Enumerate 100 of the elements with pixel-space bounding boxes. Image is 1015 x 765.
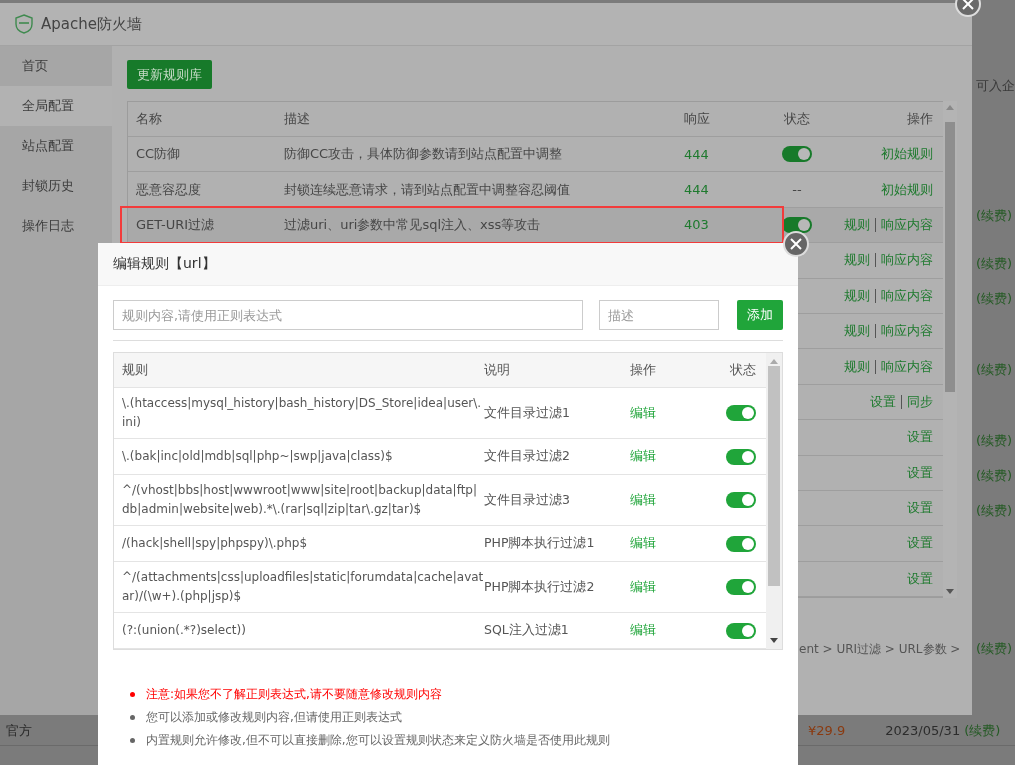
action-link[interactable]: 设置: [907, 428, 933, 447]
note-text: 您可以添加或修改规则内容,但请使用正则表达式: [146, 709, 402, 726]
column-header: 操作: [906, 110, 933, 128]
action-link[interactable]: 规则: [844, 286, 870, 305]
source-cell: 官方: [6, 721, 32, 740]
action-link[interactable]: 响应内容: [881, 322, 933, 341]
edit-link[interactable]: 编辑: [630, 491, 718, 509]
table-cell-text: 文件目录过滤2: [484, 448, 571, 465]
toggle-switch[interactable]: [726, 535, 756, 552]
bullet-icon: [130, 692, 135, 697]
table-cell-text: 过滤uri、uri参数中常见sql注入、xss等攻击: [284, 215, 542, 234]
toggle-switch[interactable]: [726, 492, 756, 508]
shield-icon: [15, 14, 33, 34]
action-link[interactable]: 设置: [907, 534, 933, 553]
scroll-down-arrow-icon[interactable]: [946, 589, 954, 595]
column-header: 状态: [783, 110, 811, 128]
action-link[interactable]: 响应内容: [881, 286, 933, 305]
action-link[interactable]: 响应内容: [881, 215, 933, 234]
edit-link[interactable]: 编辑: [630, 535, 718, 552]
renew-link[interactable]: (续费): [976, 467, 1013, 485]
action-link[interactable]: 设置: [870, 392, 896, 411]
table-cell-text: 文件目录过滤3: [484, 491, 571, 509]
renew-link[interactable]: (续费): [976, 502, 1013, 520]
dialog-title: 编辑规则【url】: [113, 255, 216, 273]
sidebar-item[interactable]: 站点配置: [0, 126, 112, 166]
sidebar-item[interactable]: 封锁历史: [0, 166, 112, 206]
sidebar-item[interactable]: 操作日志: [0, 206, 112, 246]
renew-link[interactable]: (续费): [976, 207, 1013, 225]
toggle-switch[interactable]: [782, 146, 812, 163]
renew-link[interactable]: (续费): [976, 255, 1013, 273]
response-code: 444: [684, 146, 710, 162]
toggle-switch[interactable]: [782, 216, 812, 233]
table-cell-text: 文件目录过滤1: [484, 404, 571, 422]
renew-link[interactable]: (续费): [976, 361, 1013, 379]
renew-link[interactable]: (续费): [976, 640, 1013, 658]
table-cell-text: SQL注入过滤1: [484, 622, 570, 639]
column-header: 状态: [729, 361, 756, 379]
action-link[interactable]: 响应内容: [881, 357, 933, 376]
toggle-switch[interactable]: [726, 622, 756, 639]
edit-link[interactable]: 编辑: [630, 578, 718, 596]
close-icon: [790, 238, 802, 250]
table-cell-text: PHP脚本执行过滤2: [484, 578, 596, 596]
rule-text: /(hack|shell|spy|phpspy)\.php$: [122, 535, 309, 552]
close-icon: [962, 0, 974, 10]
rule-text: ^/(attachments|css|uploadfiles|static|forumdata|cache|avatar)/(\w+).(php|jsp)$: [122, 569, 484, 605]
date-cell: 2023/05/31: [885, 723, 961, 738]
rule-text: ^/(vhost|bbs|host|wwwroot|www|site|root|backup|data|ftp|db|admin|website|web).*\.(rar|sql|zip|tar\.gz|tar)$: [122, 482, 479, 518]
column-header: 操作: [630, 361, 657, 379]
scroll-up-arrow-icon[interactable]: [770, 359, 778, 364]
bullet-icon: [130, 738, 135, 743]
description-input-field[interactable]: 描述: [599, 300, 719, 330]
action-link[interactable]: 响应内容: [881, 251, 933, 270]
column-header: 规则: [122, 361, 149, 379]
action-link[interactable]: 规则: [844, 215, 870, 234]
toggle-switch[interactable]: [726, 405, 756, 421]
toggle-switch[interactable]: [726, 448, 756, 465]
table-cell-text: GET-URI过滤: [136, 215, 216, 234]
action-link[interactable]: 规则: [844, 357, 870, 376]
scroll-up-arrow-icon[interactable]: [946, 105, 954, 110]
response-code: 444: [684, 182, 710, 198]
action-link[interactable]: 规则: [844, 322, 870, 341]
table-cell-text: PHP脚本执行过滤1: [484, 535, 596, 552]
bullet-icon: [130, 715, 135, 720]
window-title: Apache防火墙: [41, 14, 142, 34]
response-code: 403: [684, 217, 710, 233]
column-header: 描述: [284, 110, 311, 128]
page-text: 可入企: [976, 77, 1015, 95]
column-header: 名称: [136, 110, 163, 128]
rule-input-field[interactable]: 规则内容,请使用正则表达式: [113, 300, 583, 330]
action-link[interactable]: 初始规则: [881, 145, 933, 164]
table-cell-text: 防御CC攻击，具体防御参数请到站点配置中调整: [284, 145, 564, 164]
action-link[interactable]: 设置: [907, 463, 933, 482]
sidebar-item[interactable]: 首页: [0, 46, 112, 86]
breadcrumb: ent > URI过滤 > URL参数 >: [799, 641, 961, 658]
rule-text: \.(htaccess|mysql_history|bash_history|DS_Store|idea|user\.ini): [122, 395, 483, 431]
table-cell-text: 恶意容忍度: [136, 180, 202, 199]
scroll-down-arrow-icon[interactable]: [770, 638, 778, 643]
scrollbar[interactable]: [766, 353, 782, 649]
renew-link[interactable]: (续费): [964, 721, 1001, 740]
note-text: 内置规则允许修改,但不可以直接删除,您可以设置规则状态来定义防火墙是否使用此规则: [146, 732, 610, 749]
action-link[interactable]: 同步: [907, 392, 933, 411]
table-cell-text: --: [791, 182, 803, 198]
rule-text: (?:(union(.*?)select)): [122, 622, 247, 639]
action-link[interactable]: 设置: [907, 569, 933, 588]
update-rules-button[interactable]: 更新规则库: [127, 60, 212, 89]
column-header: 响应: [684, 110, 711, 128]
renew-link[interactable]: (续费): [976, 432, 1013, 450]
action-link[interactable]: 初始规则: [881, 180, 933, 199]
edit-link[interactable]: 编辑: [630, 448, 718, 465]
note-text: 注意:如果您不了解正则表达式,请不要随意修改规则内容: [146, 686, 442, 703]
table-cell-text: CC防御: [136, 145, 182, 164]
action-link[interactable]: 规则: [844, 251, 870, 270]
column-header: 说明: [484, 361, 511, 379]
renew-link[interactable]: (续费): [976, 290, 1013, 308]
sidebar-item[interactable]: 全局配置: [0, 86, 112, 126]
toggle-switch[interactable]: [726, 579, 756, 595]
add-button[interactable]: 添加: [737, 300, 783, 330]
edit-link[interactable]: 编辑: [630, 622, 718, 639]
action-link[interactable]: 设置: [907, 499, 933, 518]
edit-link[interactable]: 编辑: [630, 404, 718, 422]
